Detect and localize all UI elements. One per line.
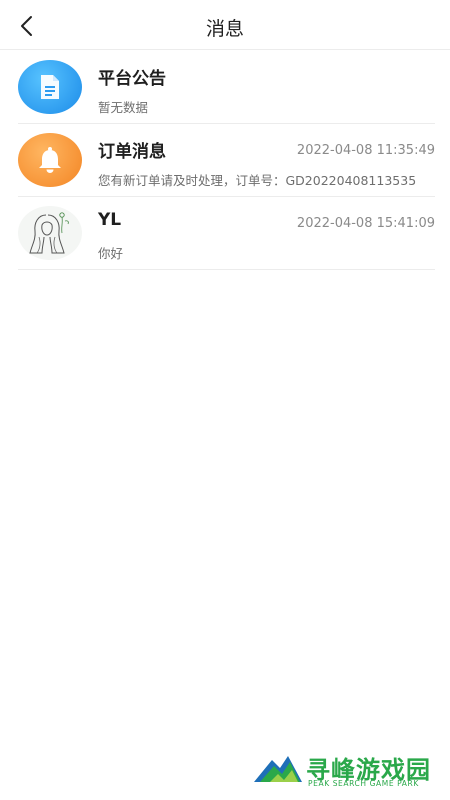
message-preview: 暂无数据: [98, 100, 149, 115]
message-sender-name: 订单消息: [98, 142, 166, 162]
message-item-platform-announcement[interactable]: 平台公告 暂无数据: [18, 51, 435, 124]
mountain-logo-icon: [254, 756, 302, 782]
avatar: [18, 60, 82, 114]
page-title: 消息: [205, 18, 244, 40]
message-list: 平台公告 暂无数据 订单消息 2022-04-08 11:35:49 您有新订单…: [0, 51, 450, 270]
message-sender-name: YL: [98, 210, 122, 230]
message-time: 2022-04-08 11:35:49: [296, 143, 435, 158]
watermark: 寻峰游戏园 PEAK SEARCH GAME PARK: [254, 750, 444, 794]
document-icon: [41, 75, 59, 99]
message-time: 2022-04-08 15:41:09: [296, 216, 435, 231]
avatar: [18, 206, 82, 260]
message-sender-name: 平台公告: [98, 69, 166, 89]
navigation-bar: 消息: [0, 0, 450, 50]
message-preview: 你好: [98, 246, 124, 261]
bell-icon: [39, 147, 61, 173]
avatar: [18, 133, 82, 187]
message-item-user-yl[interactable]: YL 2022-04-08 15:41:09 你好: [18, 197, 435, 270]
message-preview: 您有新订单请及时处理，订单号：GD20220408113535: [98, 173, 417, 188]
message-item-order[interactable]: 订单消息 2022-04-08 11:35:49 您有新订单请及时处理，订单号：…: [18, 124, 435, 197]
watermark-subtitle: PEAK SEARCH GAME PARK: [308, 779, 419, 788]
user-avatar-sketch: [29, 212, 69, 254]
